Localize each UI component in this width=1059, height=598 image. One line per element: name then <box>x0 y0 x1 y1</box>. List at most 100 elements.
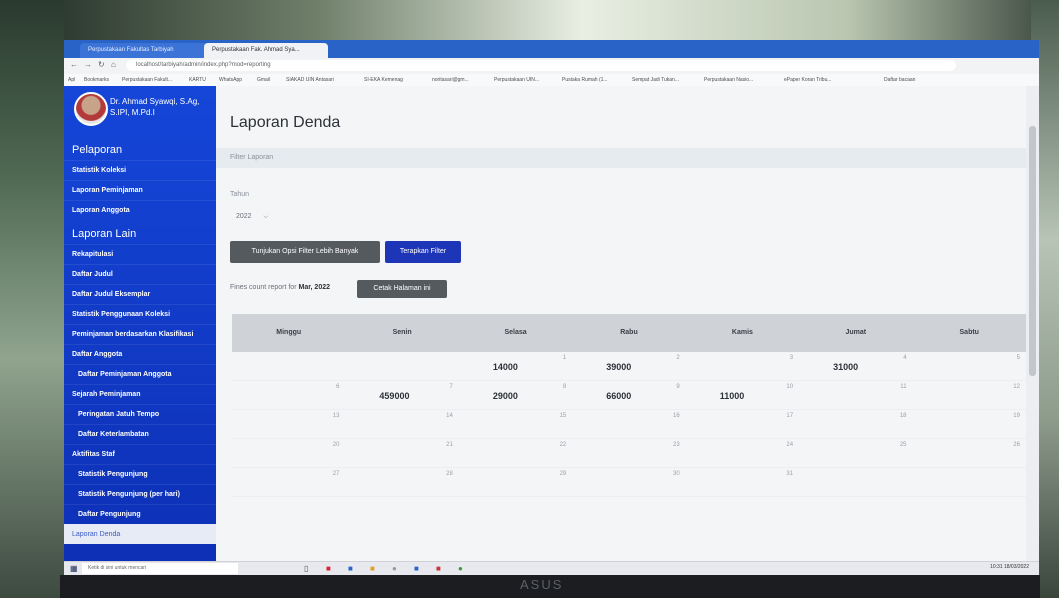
bookmark-item[interactable]: Sempat Jadi Tukan... <box>632 77 679 83</box>
print-page-button[interactable]: Cetak Halaman ini <box>357 280 447 298</box>
sidebar-item[interactable]: Daftar Keterlambatan <box>64 424 216 444</box>
sidebar-section-title: Pelaporan <box>72 144 123 156</box>
home-icon[interactable]: ⌂ <box>111 60 116 69</box>
sidebar-section-title: Laporan Lain <box>72 228 137 240</box>
sidebar-item[interactable]: Peminjaman berdasarkan Klasifikasi <box>64 324 216 344</box>
sidebar-item[interactable]: Daftar Judul <box>64 264 216 284</box>
sidebar-item[interactable]: Daftar Pengunjung <box>64 504 216 524</box>
calendar-day-number: 22 <box>559 442 567 448</box>
forward-icon[interactable]: → <box>84 60 92 69</box>
calendar-cell: 9 66000 <box>572 381 685 409</box>
sidebar-item[interactable]: Aktifitas Staf <box>64 444 216 464</box>
calendar-fine-amount: 14000 <box>492 362 518 372</box>
sidebar-item[interactable]: Statistik Koleksi <box>64 160 216 180</box>
bookmark-item[interactable]: ePaper Koran Tribu... <box>784 77 832 83</box>
reload-icon[interactable]: ↻ <box>98 60 105 69</box>
bookmark-item[interactable]: SI-EKA Kemenag <box>364 77 403 83</box>
filter-label: Filter Laporan <box>230 154 274 161</box>
calendar-day-number: 12 <box>1013 384 1020 390</box>
bookmark-item[interactable]: KARTU <box>189 77 206 83</box>
bookmark-item[interactable]: noritasari@gm... <box>432 77 469 83</box>
browser-tab[interactable]: Perpustakaan Fak. Ahmad Sya... <box>204 43 328 58</box>
sidebar-item[interactable]: Peringatan Jatuh Tempo <box>64 404 216 424</box>
bookmark-item[interactable]: SIAKAD UIN Antasari <box>286 77 334 83</box>
calendar-day-number: 11 <box>900 384 907 390</box>
calendar-day-number: 26 <box>1013 442 1020 448</box>
calendar-day-number: 9 <box>676 384 680 390</box>
folder-icon[interactable]: ■ <box>370 564 375 573</box>
scrollbar[interactable] <box>1026 86 1039 575</box>
calendar-cell: 5 <box>913 352 1026 380</box>
bookmark-item[interactable]: Apl <box>68 77 75 83</box>
page-title: Laporan Denda <box>230 114 341 131</box>
calendar-cell: 14 <box>345 410 458 438</box>
calendar-day-number: 8 <box>562 384 567 390</box>
bookmark-item[interactable]: Perpustakaan UIN... <box>494 77 539 83</box>
calendar-week-row: 20 21 22 23 24 25 26 <box>232 439 1026 468</box>
calendar-day-number: 21 <box>446 442 453 448</box>
sidebar-item-active[interactable]: Laporan Denda <box>64 524 216 544</box>
year-label: Tahun <box>230 191 250 198</box>
url-input[interactable]: localhost/tarbiyah/admin/index.php?mod=r… <box>126 60 956 71</box>
taskbar-clock: 10:31 18/03/2022 <box>990 564 1029 570</box>
sidebar-item[interactable]: Statistik Penggunaan Koleksi <box>64 304 216 324</box>
taskbar-search[interactable]: Ketik di sini untuk mencari <box>82 563 238 574</box>
calendar-cell: 25 <box>799 439 912 467</box>
chrome-icon[interactable]: ● <box>458 564 463 573</box>
calendar-day-number: 24 <box>786 442 794 448</box>
calendar-cell: 29 <box>459 468 572 496</box>
calendar-day-number: 1 <box>562 355 567 361</box>
sidebar-item[interactable]: Daftar Judul Eksemplar <box>64 284 216 304</box>
app-icon[interactable]: ● <box>392 564 397 573</box>
year-select[interactable]: 2022 ⌵ <box>230 209 286 225</box>
calendar-body: 1 14000 2 39000 3 4 31000 5 6 7 459000 8 29000 9 66000… <box>232 352 1026 497</box>
bookmark-item[interactable]: Perpustakaan Nasio... <box>704 77 753 83</box>
bookmark-item[interactable]: Perpustakaan Fakult... <box>122 77 172 83</box>
chevron-down-icon: ⌵ <box>263 214 269 220</box>
calendar-week-row: 13 14 15 16 17 18 19 <box>232 410 1026 439</box>
calendar-cell: 21 <box>345 439 458 467</box>
apply-filter-button[interactable]: Terapkan Filter <box>385 241 461 263</box>
sidebar-item[interactable]: Statistik Pengunjung <box>64 464 216 484</box>
sidebar-item[interactable]: Sejarah Peminjaman <box>64 384 216 404</box>
avatar <box>74 92 108 126</box>
calendar-cell: 13 <box>232 410 345 438</box>
browser-tabstrip: Perpustakaan Fakultas Tarbiyah Perpustak… <box>64 40 1039 58</box>
bookmark-item[interactable]: Pustaka Rumah (1... <box>562 77 608 83</box>
calendar-cell: 20 <box>232 439 345 467</box>
sidebar-item[interactable]: Laporan Anggota <box>64 200 216 220</box>
calendar-day-number: 23 <box>673 442 680 448</box>
app-icon[interactable]: ■ <box>348 564 353 573</box>
app-icon[interactable]: ■ <box>436 564 441 573</box>
windows-start-icon[interactable]: ▦ <box>70 564 78 573</box>
back-icon[interactable]: ← <box>70 60 78 69</box>
scrollbar-thumb[interactable] <box>1029 126 1036 376</box>
bookmark-item[interactable]: Gmail <box>257 77 270 83</box>
sidebar-item[interactable]: Laporan Peminjaman <box>64 180 216 200</box>
calendar-day-number: 16 <box>673 413 680 419</box>
sidebar-item[interactable]: Daftar Peminjaman Anggota <box>64 364 216 384</box>
calendar-cell: 3 <box>686 352 799 380</box>
task-view-icon[interactable]: ▯ <box>304 564 308 573</box>
app-icon[interactable]: ■ <box>326 564 331 573</box>
calendar-header: Minggu Senin Selasa Rabu Kamis Jumat Sab… <box>232 314 1026 352</box>
calendar-day-number: 6 <box>336 384 340 390</box>
sidebar-item[interactable]: Daftar Anggota <box>64 344 216 364</box>
calendar-fine-amount: 39000 <box>606 362 632 372</box>
more-filter-button[interactable]: Tunjukan Opsi Filter Lebih Banyak <box>230 241 380 263</box>
calendar-cell <box>345 352 458 380</box>
bookmark-item[interactable]: Bookmarks <box>84 77 109 83</box>
calendar-cell: 15 <box>459 410 572 438</box>
browser-tab[interactable]: Perpustakaan Fakultas Tarbiyah <box>80 43 216 58</box>
year-value: 2022 <box>236 213 252 220</box>
calendar-cell: 19 <box>913 410 1026 438</box>
sidebar-item[interactable]: Statistik Pengunjung (per hari) <box>64 484 216 504</box>
bookmark-item[interactable]: Daftar bacaan <box>884 77 915 83</box>
sidebar-item[interactable]: Rekapitulasi <box>64 244 216 264</box>
app-icon[interactable]: ■ <box>414 564 419 573</box>
bookmark-item[interactable]: WhatsApp <box>219 77 242 83</box>
day-header: Selasa <box>504 329 527 336</box>
calendar-cell: 24 <box>686 439 799 467</box>
calendar-cell: 22 <box>459 439 572 467</box>
calendar-day-number: 19 <box>1013 413 1020 419</box>
